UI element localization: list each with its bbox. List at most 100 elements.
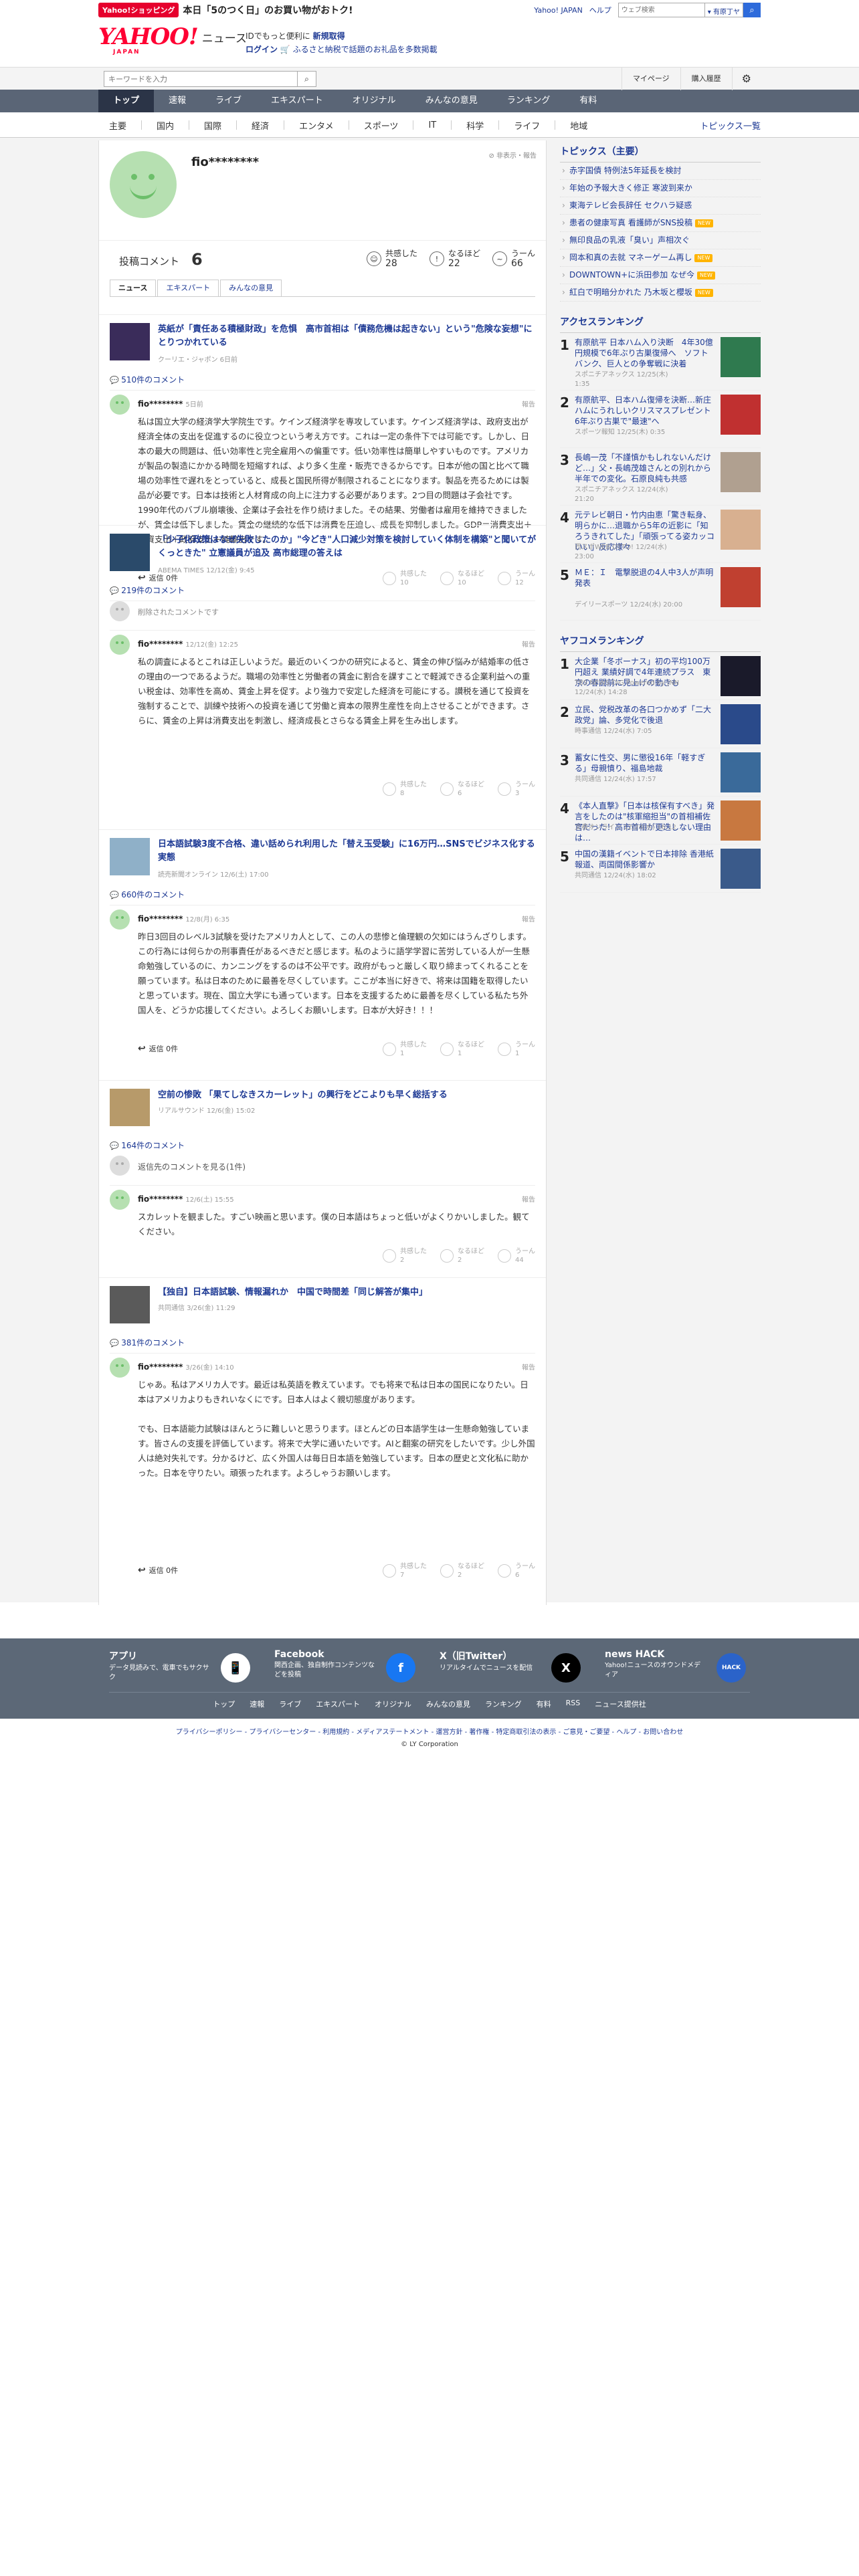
- legal-links[interactable]: プライバシーポリシー - プライバシーセンター - 利用規約 - メディアステー…: [0, 1727, 859, 1739]
- nav-tab-0[interactable]: トップ: [98, 90, 155, 112]
- login-link[interactable]: ログイン: [246, 45, 278, 54]
- ranking-item[interactable]: 1 有原航平 日本ハム入り決断 4年30億円規模で6年ぶり古巣復帰へ ソフトバンク…: [560, 333, 761, 391]
- rank-thumbnail[interactable]: [721, 452, 761, 492]
- rank-title-link[interactable]: 中国の漢籍イベントで日本排除 香港紙報道、両国間係影響か: [575, 849, 715, 870]
- ranking-item[interactable]: 3 蓄女に性交、男に懲役16年「軽すぎる」母親憤り、福島地裁 共同通信 12/24(…: [560, 748, 761, 796]
- comment-count-link[interactable]: 660件のコメント: [110, 889, 185, 900]
- category-tab-0[interactable]: 主要: [98, 119, 137, 132]
- footer-social-icon[interactable]: X: [551, 1653, 581, 1683]
- nav-tab-7[interactable]: 有料: [565, 90, 611, 112]
- help-link[interactable]: ヘルプ: [589, 5, 611, 15]
- search-scope-select[interactable]: ▾ 有原丁ヤ: [704, 3, 743, 17]
- comment-reaction-button[interactable]: なるほど 1: [440, 1041, 484, 1058]
- history-link[interactable]: 購入履歴: [680, 68, 732, 90]
- tab-1[interactable]: エキスパート: [157, 280, 219, 296]
- category-tab-7[interactable]: 科学: [456, 119, 494, 132]
- ranking-item[interactable]: 4 《本人直撃》「日本は核保有すべき」発言をしたのは"核軍縮担当"の首相補佐官だっ…: [560, 796, 761, 845]
- comment-reaction-button[interactable]: うーん 1: [498, 1041, 535, 1058]
- rank-title-link[interactable]: 有原航平、日本ハム復帰を決断…新庄ハムにうれしいクリスマスプレゼント 6年ぶり古…: [575, 395, 719, 427]
- ranking-item[interactable]: 2 有原航平、日本ハム復帰を決断…新庄ハムにうれしいクリスマスプレゼント 6年ぶり…: [560, 391, 761, 448]
- footer-col-1[interactable]: Facebook 関西企画、独自制作コンテンツなどを投稿 f: [264, 1649, 429, 1692]
- footer-link[interactable]: 有料: [537, 1699, 551, 1709]
- rank-thumbnail[interactable]: [721, 395, 761, 435]
- footer-col-2[interactable]: X（旧Twitter） リアルタイムでニュースを配信 X: [429, 1649, 594, 1692]
- footer-social-icon[interactable]: HACK: [717, 1653, 746, 1683]
- category-tab-1[interactable]: 国内: [146, 119, 185, 132]
- footer-link[interactable]: オリジナル: [375, 1699, 411, 1709]
- reply-link[interactable]: 返信 0件: [138, 1043, 179, 1054]
- comment-reaction-button[interactable]: 共感した 2: [383, 1247, 427, 1265]
- rank-thumbnail[interactable]: [721, 800, 761, 841]
- comment-reaction-button[interactable]: なるほど 6: [440, 780, 484, 798]
- footer-link[interactable]: RSS: [566, 1699, 581, 1709]
- comment-reaction-button[interactable]: 共感した 1: [383, 1041, 427, 1058]
- hide-report-link[interactable]: ⊘ 非表示・報告: [488, 150, 537, 160]
- category-tab-5[interactable]: スポーツ: [353, 119, 409, 132]
- topic-link[interactable]: 東海テレビ会長辞任 セクハラ疑惑: [560, 197, 761, 215]
- rank-thumbnail[interactable]: [721, 510, 761, 550]
- report-link[interactable]: 報告: [522, 1194, 535, 1204]
- mypage-link[interactable]: マイページ: [621, 68, 680, 90]
- footer-col-3[interactable]: news HACK Yahoo!ニュースのオウンドメディア HACK: [594, 1649, 759, 1692]
- article-thumbnail[interactable]: [110, 1286, 150, 1323]
- rank-thumbnail[interactable]: [721, 337, 761, 377]
- nav-tab-6[interactable]: ランキング: [492, 90, 565, 112]
- footer-social-icon[interactable]: 📱: [221, 1653, 250, 1683]
- gear-icon[interactable]: ⚙: [731, 68, 761, 90]
- comment-count-link[interactable]: 510件のコメント: [110, 374, 185, 385]
- ranking-item[interactable]: 5 ＭＥ：Ｉ 電撃脱退の4人中3人が声明発表 デイリースポーツ 12/24(水) 2…: [560, 563, 761, 621]
- report-link[interactable]: 報告: [522, 1362, 535, 1372]
- rank-title-link[interactable]: ＭＥ：Ｉ 電撃脱退の4人中3人が声明発表: [575, 567, 715, 588]
- comment-reaction-button[interactable]: 共感した 8: [383, 780, 427, 798]
- furusato-link[interactable]: 🛒 ふるさと納税で話題のお礼品を多数掲載: [280, 45, 438, 54]
- rank-title-link[interactable]: 《本人直撃》「日本は核保有すべき」発言をしたのは"核軍縮担当"の首相補佐官だった…: [575, 800, 715, 843]
- footer-link[interactable]: トップ: [213, 1699, 235, 1709]
- footer-link[interactable]: ライブ: [279, 1699, 301, 1709]
- article-title-link[interactable]: 英紙が「責任ある積極財政」を危惧 高市首相は「債務危機は起きない」という"危険な…: [158, 323, 537, 350]
- comment-reaction-button[interactable]: うーん 44: [498, 1247, 535, 1265]
- footer-col-0[interactable]: アプリ データ見読みで、電車でもサクサク 📱: [98, 1649, 264, 1692]
- topic-link[interactable]: 赤字国債 特例法5年延長を検討: [560, 163, 761, 180]
- rank-title-link[interactable]: 立民、党税改革の各口つかめず「二大政党」論、多党化で後退: [575, 704, 715, 726]
- comment-reaction-button[interactable]: なるほど 2: [440, 1562, 484, 1580]
- footer-link[interactable]: 速報: [250, 1699, 264, 1709]
- comment-reaction-button[interactable]: 共感した 7: [383, 1562, 427, 1580]
- category-tab-6[interactable]: IT: [417, 120, 447, 130]
- rank-thumbnail[interactable]: [721, 704, 761, 744]
- rank-thumbnail[interactable]: [721, 752, 761, 792]
- topic-link[interactable]: 岡本和真の去就 マネーゲーム再しNEW: [560, 249, 761, 267]
- category-tab-3[interactable]: 経済: [241, 119, 280, 132]
- report-link[interactable]: 報告: [522, 399, 535, 409]
- reply-link[interactable]: 返信 0件: [138, 1565, 179, 1576]
- footer-link[interactable]: エキスパート: [316, 1699, 360, 1709]
- tab-2[interactable]: みんなの意見: [220, 280, 282, 296]
- tab-0[interactable]: ニュース: [110, 280, 157, 296]
- rank-thumbnail[interactable]: [721, 849, 761, 889]
- category-tab-9[interactable]: 地域: [559, 119, 598, 132]
- comment-reaction-button[interactable]: なるほど 2: [440, 1247, 484, 1265]
- category-tab-4[interactable]: エンタメ: [288, 119, 345, 132]
- show-parent-comment-link[interactable]: 返信先のコメントを見る(1件): [138, 1161, 246, 1172]
- comment-reaction-button[interactable]: うーん 6: [498, 1562, 535, 1580]
- category-tab-8[interactable]: ライフ: [503, 119, 551, 132]
- article-title-link[interactable]: 日本語試験3度不合格、違い話められ利用した「替え玉受験」に16万円…SNSでビジ…: [158, 838, 537, 865]
- article-thumbnail[interactable]: [110, 1089, 150, 1126]
- nav-tab-3[interactable]: エキスパート: [256, 90, 338, 112]
- topic-link[interactable]: DOWNTOWN+に浜田参加 なぜ今NEW: [560, 267, 761, 284]
- search-icon[interactable]: ⌕: [743, 3, 761, 17]
- yahoo-news-logo[interactable]: YAHOO! JAPAN ニュース: [98, 24, 247, 56]
- article-title-link[interactable]: 【独自】日本語試験、情報漏れか 中国で時間差「同じ解答が集中」: [158, 1286, 537, 1299]
- news-search-input[interactable]: [104, 71, 298, 87]
- web-search-input[interactable]: [617, 3, 705, 17]
- topic-link[interactable]: 紅白で明暗分かれた 乃木坂と櫻坂NEW: [560, 284, 761, 302]
- rank-thumbnail[interactable]: [721, 656, 761, 696]
- footer-link[interactable]: ランキング: [485, 1699, 522, 1709]
- ranking-item[interactable]: 2 立民、党税改革の各口つかめず「二大政党」論、多党化で後退 時事通信 12/24(…: [560, 700, 761, 748]
- article-title-link[interactable]: 空前の惨敗 「果てしなきスカーレット」の興行をどこよりも早く総括する: [158, 1089, 537, 1102]
- topic-link[interactable]: 患者の健康写真 看護師がSNS投稿NEW: [560, 215, 761, 232]
- report-link[interactable]: 報告: [522, 639, 535, 649]
- topics-list-link[interactable]: トピックス一覧: [700, 119, 761, 132]
- category-tab-2[interactable]: 国際: [193, 119, 232, 132]
- rank-title-link[interactable]: 蓄女に性交、男に懲役16年「軽すぎる」母親憤り、福島地裁: [575, 752, 715, 774]
- report-link[interactable]: 報告: [522, 914, 535, 924]
